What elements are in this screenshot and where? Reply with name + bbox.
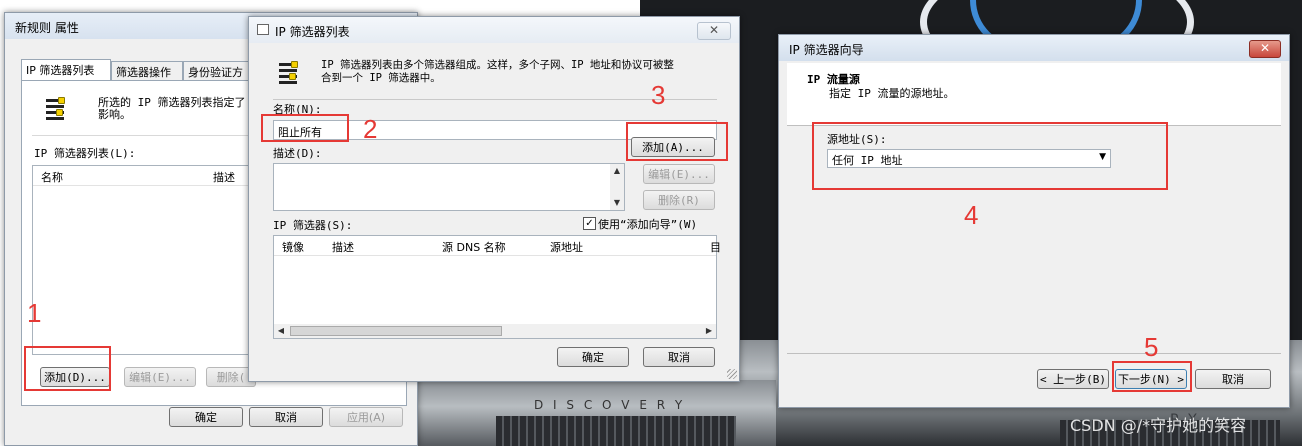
ip-filter-wizard-dialog: IP 筛选器向导 ✕ IP 流量源 指定 IP 流量的源地址。 源地址(S): … <box>778 34 1290 408</box>
ok-button[interactable]: 确定 <box>557 347 629 367</box>
edit-button[interactable]: 编辑(E)... <box>643 164 715 184</box>
filters-label: IP 筛选器(S): <box>273 219 353 232</box>
annotation-number-1: 1 <box>27 298 42 328</box>
filter-list-icon <box>277 61 299 87</box>
col-desc[interactable]: 描述 <box>332 239 354 255</box>
wizard-subheading: 指定 IP 流量的源地址。 <box>829 87 955 100</box>
description-line-2: 合到一个 IP 筛选器中。 <box>321 72 441 84</box>
apply-button[interactable]: 应用(A) <box>329 407 403 427</box>
annotation-number-4: 4 <box>964 200 979 230</box>
description-input[interactable]: ▲ ▼ <box>273 163 625 211</box>
car-badge-text: D I S C O V E R Y <box>534 398 686 412</box>
dialog-title: IP 筛选器向导 <box>789 43 864 57</box>
annotation-number-2: 2 <box>363 114 378 144</box>
ok-button[interactable]: 确定 <box>169 407 243 427</box>
annotation-box-3 <box>626 122 728 161</box>
filters-table[interactable]: 镜像 描述 源 DNS 名称 源地址 目 ◀ ▶ <box>273 235 721 339</box>
tab-auth-method[interactable]: 身份验证方 <box>183 61 253 80</box>
annotation-box-5 <box>1112 361 1192 392</box>
annotation-number-3: 3 <box>651 80 666 110</box>
resize-grip-icon[interactable] <box>727 369 737 379</box>
scrollbar-vertical[interactable]: ▲ ▼ <box>610 164 624 210</box>
remove-button[interactable]: 删除(R) <box>643 190 715 210</box>
back-button[interactable]: < 上一步(B) <box>1037 369 1109 389</box>
cancel-button[interactable]: 取消 <box>249 407 323 427</box>
scroll-up-icon[interactable]: ▲ <box>610 164 624 178</box>
scroll-thumb[interactable] <box>290 326 502 336</box>
close-icon[interactable]: ✕ <box>697 22 731 40</box>
scrollbar-horizontal[interactable]: ◀ ▶ <box>274 324 716 338</box>
dialog-title: IP 筛选器列表 <box>275 25 350 39</box>
table-header: 镜像 描述 源 DNS 名称 源地址 目 <box>274 236 721 256</box>
car-bumper: D I S C O V E R Y <box>416 380 776 446</box>
cancel-button[interactable]: 取消 <box>643 347 715 367</box>
watermark: CSDN @/*守护她的笑容 <box>1070 416 1247 435</box>
window-icon <box>257 24 269 35</box>
footer-divider <box>787 353 1281 354</box>
annotation-box-1 <box>24 346 111 391</box>
dialog-title: 新规则 属性 <box>15 21 79 35</box>
col-more[interactable]: 目 <box>710 239 721 255</box>
title-bar: IP 筛选器向导 ✕ <box>779 35 1289 61</box>
filter-list-table[interactable]: 名称 描述 <box>32 165 262 355</box>
annotation-box-2 <box>261 114 349 142</box>
ip-filter-list-dialog: IP 筛选器列表 ✕ IP 筛选器列表由多个筛选器组成。这样，多个子网、IP 地… <box>248 16 740 382</box>
title-bar: IP 筛选器列表 ✕ <box>249 17 739 43</box>
col-src-dns[interactable]: 源 DNS 名称 <box>442 239 506 255</box>
car-grille-front <box>496 416 736 446</box>
tab-filter-action[interactable]: 筛选器操作 <box>111 61 183 80</box>
col-desc[interactable]: 描述 <box>213 169 235 185</box>
scroll-down-icon[interactable]: ▼ <box>610 196 624 210</box>
scroll-right-icon[interactable]: ▶ <box>702 324 716 338</box>
col-src-addr[interactable]: 源地址 <box>550 239 583 255</box>
col-name[interactable]: 名称 <box>41 169 63 185</box>
divider <box>32 135 262 136</box>
filter-list-label: IP 筛选器列表(L): <box>34 147 136 160</box>
wizard-checkbox[interactable]: ✓ <box>583 217 596 230</box>
wizard-header: IP 流量源 指定 IP 流量的源地址。 <box>787 63 1281 126</box>
filter-list-icon <box>44 97 66 123</box>
description-label: 描述(D): <box>273 147 322 160</box>
wizard-checkbox-label[interactable]: 使用“添加向导”(W) <box>598 216 697 232</box>
scroll-left-icon[interactable]: ◀ <box>274 324 288 338</box>
annotation-box-4 <box>812 122 1168 190</box>
description-text-2: 影响。 <box>98 108 131 121</box>
annotation-number-5: 5 <box>1144 332 1159 362</box>
col-mirror[interactable]: 镜像 <box>282 239 304 255</box>
cancel-button[interactable]: 取消 <box>1195 369 1271 389</box>
tab-ip-filter-list[interactable]: IP 筛选器列表 <box>21 59 111 80</box>
close-icon[interactable]: ✕ <box>1249 40 1281 58</box>
edit-button[interactable]: 编辑(E)... <box>124 367 196 387</box>
table-header: 名称 描述 <box>33 166 261 186</box>
